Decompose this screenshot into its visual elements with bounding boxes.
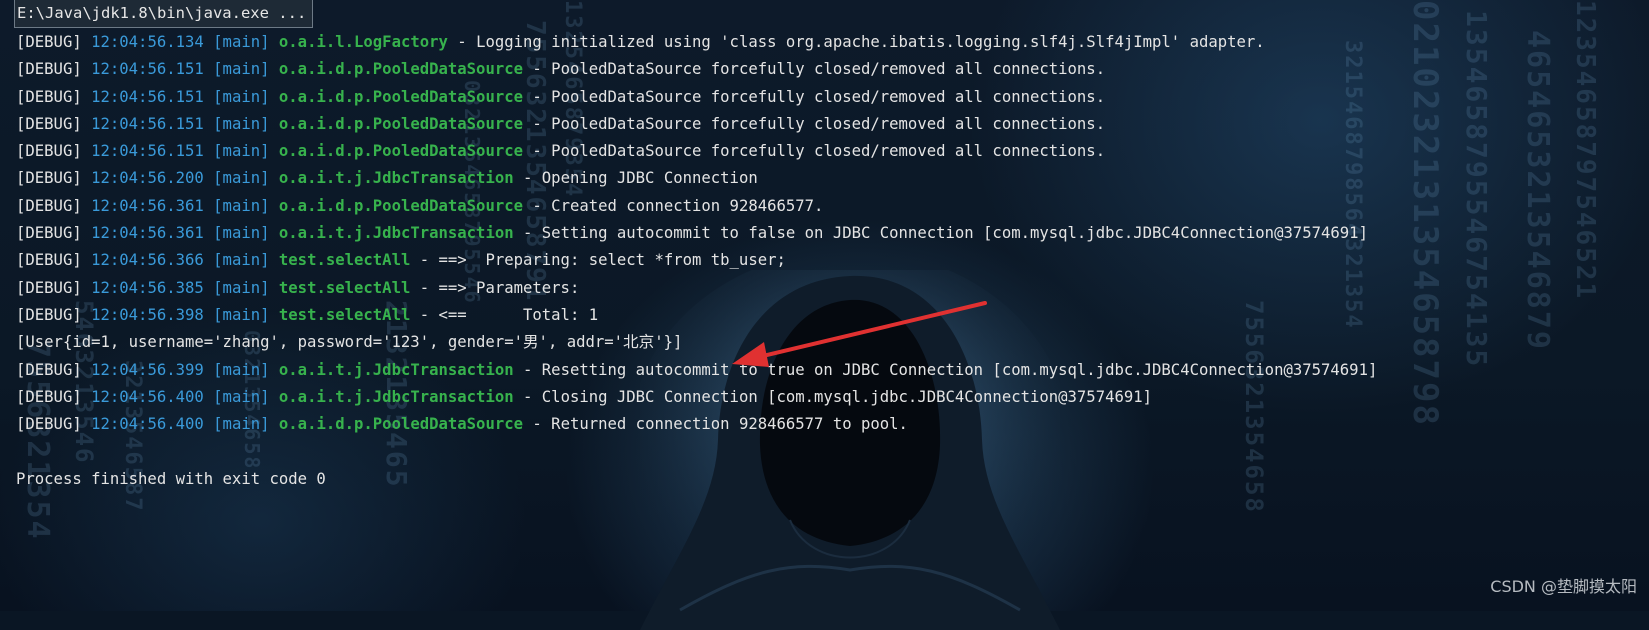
log-level: [DEBUG] — [16, 278, 82, 297]
log-logger: o.a.i.d.p.PooledDataSource — [278, 60, 524, 79]
log-timestamp: 12:04:56.398 — [91, 305, 204, 324]
log-timestamp: 12:04:56.399 — [91, 360, 204, 379]
log-timestamp: 12:04:56.151 — [91, 60, 204, 79]
log-thread: [main] — [213, 305, 270, 324]
log-logger: test.selectAll — [278, 278, 411, 297]
log-line: [DEBUG] 12:04:56.400 [main] o.a.i.t.j.Jd… — [16, 384, 1377, 411]
log-message: - Returned connection 928466577 to pool. — [523, 415, 908, 434]
log-logger: o.a.i.d.p.PooledDataSource — [278, 142, 524, 161]
log-thread: [main] — [213, 33, 270, 51]
log-thread: [main] — [213, 224, 270, 243]
log-thread: [main] — [213, 360, 270, 379]
log-message: - Resetting autocommit to true on JDBC C… — [513, 360, 1378, 379]
log-thread: [main] — [213, 278, 270, 297]
log-logger: o.a.i.t.j.JdbcTransaction — [278, 224, 514, 243]
log-line: [DEBUG] 12:04:56.151 [main] o.a.i.d.p.Po… — [16, 138, 1377, 165]
log-timestamp: 12:04:56.134 — [91, 33, 204, 51]
console-command-line[interactable]: E:\Java\jdk1.8\bin\java.exe ... — [14, 0, 314, 28]
log-thread: [main] — [213, 87, 270, 106]
log-line: [DEBUG] 12:04:56.134 [main] o.a.i.l.LogF… — [16, 29, 1377, 56]
log-timestamp: 12:04:56.151 — [91, 114, 204, 133]
log-message: - Logging initialized using 'class org.a… — [447, 33, 1265, 51]
log-message: - ==> Preparing: select *from tb_user; — [410, 251, 786, 270]
log-line: [DEBUG] 12:04:56.400 [main] o.a.i.d.p.Po… — [16, 411, 1377, 438]
log-timestamp: 12:04:56.385 — [91, 278, 204, 297]
log-logger: o.a.i.d.p.PooledDataSource — [278, 87, 524, 106]
log-line: [DEBUG] 12:04:56.361 [main] o.a.i.d.p.Po… — [16, 193, 1377, 220]
log-message: - Opening JDBC Connection — [513, 169, 758, 188]
log-timestamp: 12:04:56.151 — [91, 87, 204, 106]
log-logger: o.a.i.t.j.JdbcTransaction — [278, 169, 514, 188]
log-line: [DEBUG] 12:04:56.366 [main] test.selectA… — [16, 247, 1377, 274]
log-line: [DEBUG] 12:04:56.151 [main] o.a.i.d.p.Po… — [16, 111, 1377, 138]
log-message: - Setting autocommit to false on JDBC Co… — [513, 224, 1368, 243]
log-level: [DEBUG] — [16, 169, 82, 188]
log-level: [DEBUG] — [16, 142, 82, 161]
log-level: [DEBUG] — [16, 415, 82, 434]
log-line: [DEBUG] 12:04:56.398 [main] test.selectA… — [16, 302, 1377, 329]
log-message: - PooledDataSource forcefully closed/rem… — [523, 87, 1106, 106]
log-thread: [main] — [213, 114, 270, 133]
log-logger: test.selectAll — [278, 251, 411, 270]
log-level: [DEBUG] — [16, 360, 82, 379]
log-message: - PooledDataSource forcefully closed/rem… — [523, 60, 1106, 79]
log-logger: o.a.i.t.j.JdbcTransaction — [278, 360, 514, 379]
log-level: [DEBUG] — [16, 251, 82, 270]
log-level: [DEBUG] — [16, 387, 82, 406]
log-thread: [main] — [213, 387, 270, 406]
log-message: - Created connection 928466577. — [523, 196, 824, 215]
log-message: - ==> Parameters: — [410, 278, 589, 297]
log-level: [DEBUG] — [16, 60, 82, 79]
log-message: - PooledDataSource forcefully closed/rem… — [523, 114, 1106, 133]
log-level: [DEBUG] — [16, 87, 82, 106]
log-line: [DEBUG] 12:04:56.361 [main] o.a.i.t.j.Jd… — [16, 220, 1377, 247]
run-console[interactable]: E:\Java\jdk1.8\bin\java.exe ... [DEBUG] … — [14, 0, 1649, 611]
log-level: [DEBUG] — [16, 33, 82, 51]
log-timestamp: 12:04:56.361 — [91, 224, 204, 243]
log-logger: o.a.i.d.p.PooledDataSource — [278, 415, 524, 434]
log-thread: [main] — [213, 251, 270, 270]
log-line: [DEBUG] 12:04:56.385 [main] test.selectA… — [16, 275, 1377, 302]
log-thread: [main] — [213, 169, 270, 188]
log-level: [DEBUG] — [16, 305, 82, 324]
log-message: - Closing JDBC Connection [com.mysql.jdb… — [513, 387, 1153, 406]
log-timestamp: 12:04:56.151 — [91, 142, 204, 161]
log-thread: [main] — [213, 196, 270, 215]
log-thread: [main] — [213, 60, 270, 79]
log-timestamp: 12:04:56.400 — [91, 387, 204, 406]
exit-status-line: Process finished with exit code 0 — [16, 469, 326, 488]
log-level: [DEBUG] — [16, 114, 82, 133]
csdn-watermark: CSDN @垫脚摸太阳 — [1490, 577, 1637, 596]
log-message: - <== Total: 1 — [410, 305, 599, 324]
log-line: [DEBUG] 12:04:56.200 [main] o.a.i.t.j.Jd… — [16, 165, 1377, 192]
log-thread: [main] — [213, 415, 270, 434]
query-result-line: [User{id=1, username='zhang', password='… — [16, 333, 683, 352]
log-level: [DEBUG] — [16, 196, 82, 215]
log-line: [DEBUG] 12:04:56.399 [main] o.a.i.t.j.Jd… — [16, 357, 1377, 384]
log-message: - PooledDataSource forcefully closed/rem… — [523, 142, 1106, 161]
log-logger: o.a.i.d.p.PooledDataSource — [278, 114, 524, 133]
log-thread: [main] — [213, 142, 270, 161]
log-logger: o.a.i.l.LogFactory — [278, 33, 448, 51]
log-timestamp: 12:04:56.200 — [91, 169, 204, 188]
log-logger: o.a.i.d.p.PooledDataSource — [278, 196, 524, 215]
log-level: [DEBUG] — [16, 224, 82, 243]
log-timestamp: 12:04:56.366 — [91, 251, 204, 270]
log-logger: test.selectAll — [278, 305, 411, 324]
log-line: [DEBUG] 12:04:56.151 [main] o.a.i.d.p.Po… — [16, 56, 1377, 83]
log-timestamp: 12:04:56.361 — [91, 196, 204, 215]
log-logger: o.a.i.t.j.JdbcTransaction — [278, 387, 514, 406]
console-output: [DEBUG] 12:04:56.134 [main] o.a.i.l.LogF… — [16, 29, 1377, 493]
log-line: [DEBUG] 12:04:56.151 [main] o.a.i.d.p.Po… — [16, 84, 1377, 111]
log-timestamp: 12:04:56.400 — [91, 415, 204, 434]
